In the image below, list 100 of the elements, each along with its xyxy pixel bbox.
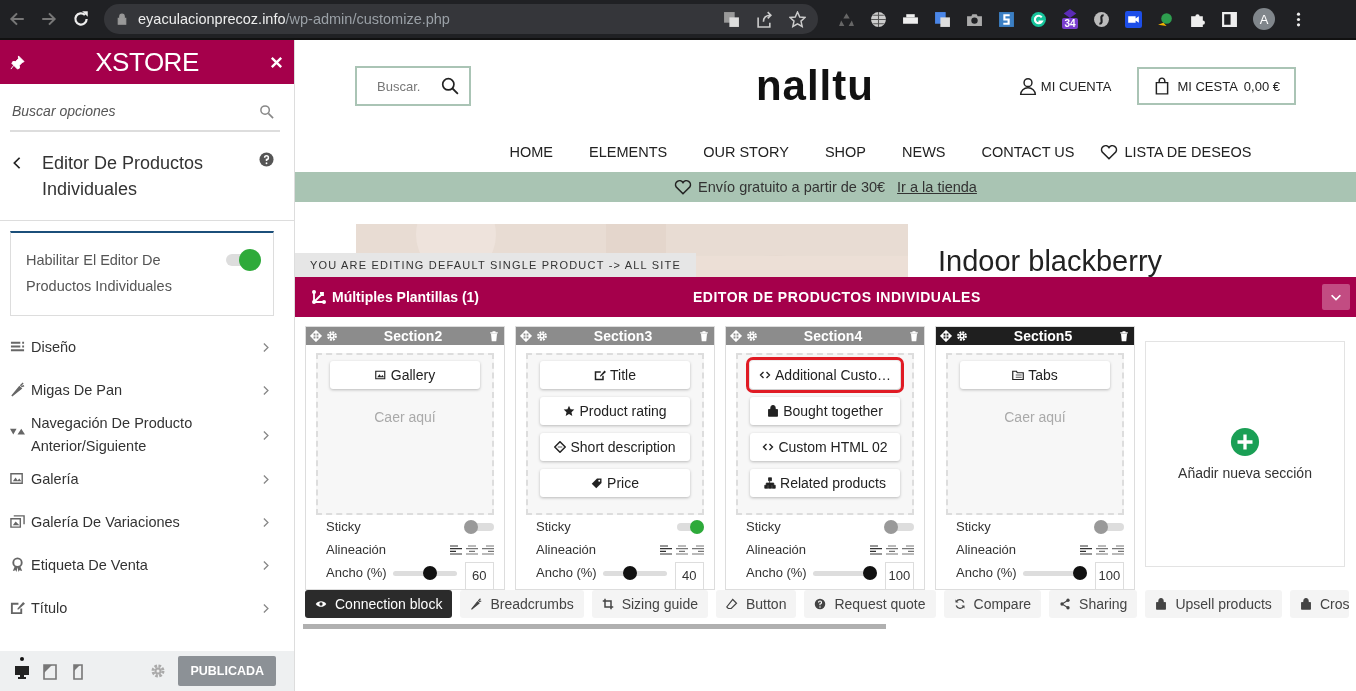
width-field[interactable]: 60 (464, 561, 494, 590)
element-chip[interactable]: Sharing (1049, 590, 1138, 618)
search-icon[interactable] (441, 77, 459, 95)
translate-icon[interactable] (934, 10, 951, 28)
menu-item[interactable]: Galería De Variaciones (10, 501, 272, 544)
share-icon[interactable] (756, 10, 773, 28)
align-right-icon[interactable] (1112, 544, 1124, 555)
move-icon[interactable] (940, 330, 952, 342)
menu-item-label: Galería (31, 470, 80, 489)
search-field[interactable]: Buscar. (355, 66, 471, 106)
align-right-icon[interactable] (482, 544, 494, 555)
sidebar-panel-icon[interactable] (1221, 10, 1238, 28)
align-left-icon[interactable] (660, 544, 672, 555)
align-center-icon[interactable] (466, 544, 478, 555)
align-center-icon[interactable] (1096, 544, 1108, 555)
block-item[interactable]: Gallery (330, 361, 480, 389)
back-arrow-icon[interactable] (8, 10, 26, 28)
close-icon[interactable] (269, 54, 284, 70)
width-field[interactable]: 100 (1094, 561, 1124, 590)
nav-link[interactable]: OUR STORY (703, 144, 789, 160)
section-header[interactable]: Section5 (936, 327, 1134, 345)
block-item[interactable]: Price (540, 469, 690, 497)
width-slider[interactable] (1022, 565, 1087, 580)
sticky-toggle[interactable] (1094, 519, 1124, 534)
align-right-icon[interactable] (692, 544, 704, 555)
swirl-icon[interactable] (1093, 10, 1110, 28)
recycle-icon[interactable] (838, 10, 855, 28)
menu-item[interactable]: Migas De Pan (10, 369, 272, 412)
forward-arrow-icon[interactable] (40, 10, 58, 28)
wishlist-link[interactable]: LISTA DE DESEOS (1124, 144, 1252, 160)
width-field[interactable]: 100 (884, 561, 914, 590)
element-chip[interactable]: Breadcrumbs (460, 590, 584, 618)
element-chip[interactable]: Compare (943, 590, 1042, 618)
star-icon[interactable] (789, 10, 806, 28)
menu-item[interactable]: Navegación De Producto Anterior/Siguiente (10, 412, 272, 458)
element-chip[interactable]: Button (715, 590, 797, 618)
address-bar[interactable]: eyaculacionprecoz.info/wp-admin/customize.php (104, 4, 818, 34)
element-chip[interactable]: Cros (1289, 590, 1350, 618)
menu-item[interactable]: Etiqueta De Venta (10, 544, 272, 587)
menu-item[interactable]: Galería (10, 458, 272, 501)
width-slider[interactable] (812, 565, 877, 580)
trash-icon[interactable] (1118, 330, 1130, 342)
cart-button[interactable]: MI CESTA 0,00 € (1137, 67, 1296, 105)
sticky-toggle[interactable] (464, 519, 494, 534)
pin-icon[interactable] (10, 54, 25, 70)
align-left-icon[interactable] (1080, 544, 1092, 555)
nav-link[interactable]: NEWS (902, 144, 946, 160)
settings-icon[interactable] (956, 330, 968, 342)
globe-icon[interactable] (870, 10, 887, 28)
nav-link[interactable]: CONTACT US (981, 144, 1075, 160)
globe-arrow-icon[interactable] (1157, 10, 1174, 28)
block-item[interactable]: Bought together (750, 397, 900, 425)
image-icon (10, 471, 25, 486)
sticky-toggle[interactable] (884, 519, 914, 534)
help-icon[interactable] (259, 152, 274, 167)
profile-avatar[interactable]: A (1253, 8, 1275, 30)
element-chip[interactable]: Upsell products (1145, 590, 1282, 618)
align-center-icon[interactable] (886, 544, 898, 555)
nav-link[interactable]: SHOP (824, 144, 866, 160)
width-label: Ancho (%) (746, 565, 807, 580)
block-item[interactable]: Title (540, 361, 690, 389)
width-slider[interactable] (392, 565, 457, 580)
desktop-icon[interactable] (14, 656, 30, 680)
site-logo[interactable]: nalltu (755, 62, 874, 110)
align-right-icon[interactable] (902, 544, 914, 555)
scrollbar-thumb[interactable] (303, 624, 886, 629)
width-slider[interactable] (602, 565, 667, 580)
sticky-label: Sticky (746, 519, 781, 534)
collapse-button[interactable] (1322, 284, 1350, 310)
folder-icon (1012, 369, 1025, 381)
nav-link[interactable]: ELEMENTS (589, 144, 668, 160)
align-center-icon[interactable] (676, 544, 688, 555)
heart-icon (1100, 143, 1119, 161)
promo-link[interactable]: Ir a la tienda (897, 179, 977, 195)
tile-icon[interactable] (998, 10, 1015, 28)
add-section-card[interactable]: Añadir nueva sección (1145, 341, 1345, 567)
align-left-icon[interactable] (870, 544, 882, 555)
element-chip[interactable]: Request quote (804, 590, 936, 618)
menu-item[interactable]: Título (10, 587, 272, 630)
block-item[interactable]: Tabs (960, 361, 1110, 389)
circle-logo-icon[interactable] (1030, 10, 1047, 28)
add-icon[interactable] (1230, 427, 1260, 457)
menu-item[interactable]: Diseño (10, 326, 272, 369)
search-field[interactable]: Buscar opciones (10, 92, 280, 132)
nav-link[interactable]: HOME (509, 144, 554, 160)
element-chip[interactable]: Sizing guide (591, 590, 708, 618)
block-item[interactable]: Short description (540, 433, 690, 461)
element-chip[interactable]: Connection block (305, 590, 453, 618)
help-icon (814, 598, 827, 610)
block-item[interactable]: Related products (750, 469, 900, 497)
width-field[interactable]: 40 (674, 561, 704, 590)
video-camera-icon[interactable] (1125, 10, 1142, 28)
templates-button[interactable]: Múltiples Plantillas (1) (311, 289, 693, 305)
reload-icon[interactable] (72, 10, 90, 28)
translate-icon[interactable] (723, 10, 740, 28)
account-link[interactable]: MI CUENTA (1040, 78, 1112, 94)
block-item[interactable]: Product rating (540, 397, 690, 425)
align-left-icon[interactable] (450, 544, 462, 555)
block-item[interactable]: Custom HTML 02 (750, 433, 900, 461)
carrot-icon (470, 598, 483, 610)
